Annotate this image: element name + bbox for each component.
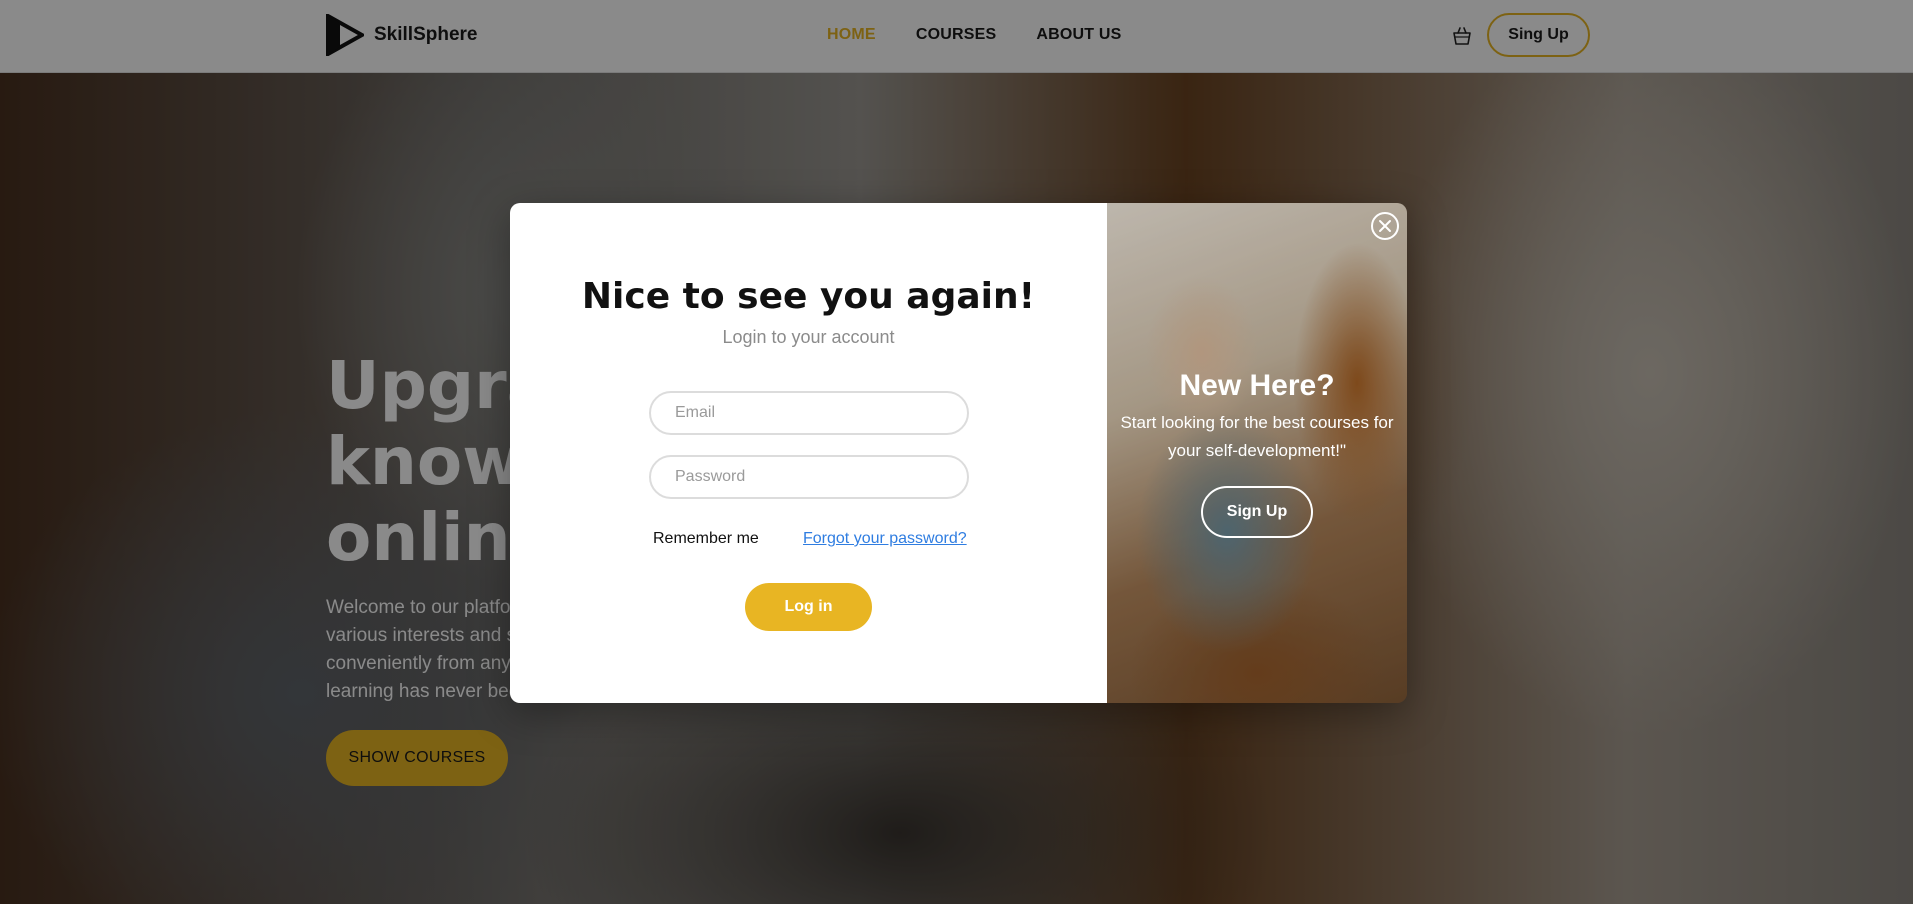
login-button[interactable]: Log in	[745, 583, 872, 631]
login-panel: Nice to see you again! Login to your acc…	[510, 203, 1107, 703]
remember-me-label[interactable]: Remember me	[653, 530, 759, 548]
modal-title: Nice to see you again!	[581, 276, 1036, 317]
email-input[interactable]	[649, 391, 969, 435]
promo-sign-up-button[interactable]: Sign Up	[1201, 486, 1313, 538]
forgot-password-link[interactable]: Forgot your password?	[803, 530, 967, 548]
login-modal: Nice to see you again! Login to your acc…	[510, 203, 1407, 703]
promo-heading: New Here?	[1179, 369, 1335, 402]
promo-panel: New Here? Start looking for the best cou…	[1107, 203, 1407, 703]
password-input[interactable]	[649, 455, 969, 499]
modal-subtitle: Login to your account	[722, 327, 895, 347]
promo-text: Start looking for the best courses for y…	[1120, 413, 1394, 460]
close-icon[interactable]	[1370, 211, 1400, 241]
